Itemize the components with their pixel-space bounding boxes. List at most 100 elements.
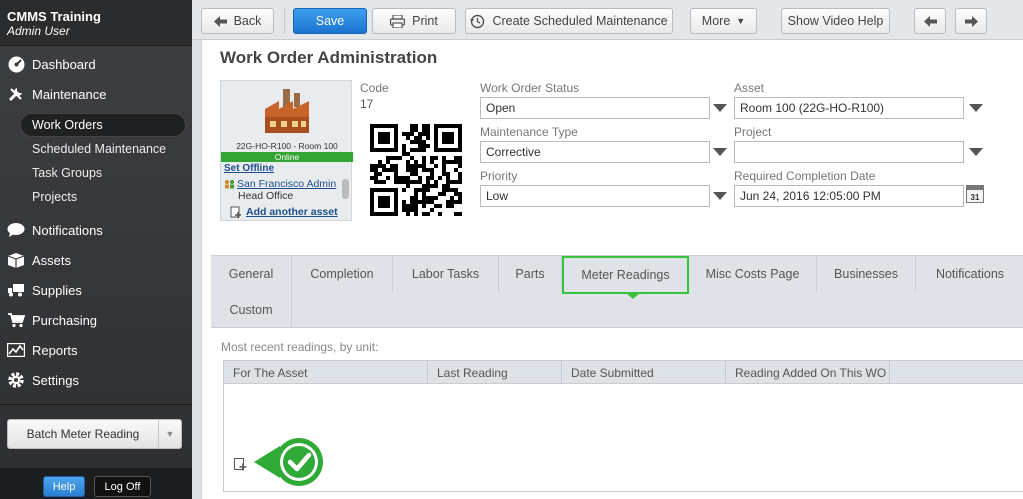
location-sub: Head Office: [238, 190, 294, 202]
toolbar-separator: [284, 8, 285, 34]
app-name: CMMS Training: [7, 9, 101, 24]
log-off-button[interactable]: Log Off: [94, 476, 151, 497]
sub-task-groups[interactable]: Task Groups: [0, 161, 192, 185]
active-tab-pointer: [625, 292, 641, 299]
chevron-down-icon[interactable]: [713, 104, 727, 112]
asset-label: Asset: [734, 81, 765, 95]
nav-maintenance[interactable]: Maintenance: [0, 79, 192, 109]
qr-code: [370, 124, 462, 216]
maintenance-type-label: Maintenance Type: [480, 125, 578, 139]
project-label: Project: [734, 125, 772, 139]
nav-label: Dashboard: [32, 56, 96, 72]
batch-meter-reading-label: Batch Meter Reading: [8, 420, 159, 448]
tab-bar: General Completion Labor Tasks Parts Met…: [211, 255, 1023, 328]
dashboard-icon: [7, 55, 25, 73]
nav-assets[interactable]: Assets: [0, 245, 192, 275]
nav-dashboard[interactable]: Dashboard: [0, 49, 192, 79]
add-reading-icon[interactable]: [233, 457, 247, 471]
work-order-panel: Work Order Administration 22G-HO-R100 - …: [201, 40, 1023, 499]
arrow-left-icon: [923, 15, 937, 27]
priority-label: Priority: [480, 169, 518, 183]
more-button[interactable]: More ▼: [690, 8, 757, 34]
priority-select[interactable]: Low: [480, 185, 710, 207]
column-header[interactable]: Date Submitted: [562, 361, 726, 384]
column-header[interactable]: For The Asset: [224, 361, 428, 384]
column-header[interactable]: Reading Added On This WO: [726, 361, 890, 384]
code-label: Code: [360, 81, 389, 95]
brand: CMMS Training Admin User: [0, 0, 192, 46]
meter-readings-table: For The Asset Last Reading Date Submitte…: [223, 360, 1023, 492]
tab-misc-costs-page[interactable]: Misc Costs Page: [689, 256, 817, 292]
add-another-asset-link[interactable]: Add another asset: [230, 206, 338, 218]
nav-purchasing[interactable]: Purchasing: [0, 305, 192, 335]
sidebar: CMMS Training Admin User Dashboard Maint…: [0, 0, 192, 499]
page-title: Work Order Administration: [220, 48, 438, 67]
required-completion-date-input[interactable]: Jun 24, 2016 12:05:00 PM: [734, 185, 964, 207]
nav-label: Maintenance: [32, 86, 107, 102]
tab-notifications[interactable]: Notifications: [916, 256, 1023, 292]
sub-scheduled-maintenance[interactable]: Scheduled Maintenance: [0, 137, 192, 161]
next-record-button[interactable]: [955, 8, 987, 34]
chevron-down-icon[interactable]: ▼: [159, 420, 181, 448]
speech-bubble-icon: [7, 221, 25, 239]
work-order-status-select[interactable]: Open: [480, 97, 710, 119]
maintenance-submenu: Work Orders Scheduled Maintenance Task G…: [0, 113, 192, 209]
asset-status-badge: Online: [221, 152, 353, 162]
chevron-down-icon[interactable]: [969, 148, 983, 156]
add-document-icon: [230, 206, 242, 218]
nav-label: Assets: [32, 252, 72, 268]
tab-parts[interactable]: Parts: [499, 256, 562, 292]
code-value: 17: [360, 97, 374, 111]
nav-label: Settings: [32, 372, 79, 388]
checkmark-callout-icon: [254, 438, 323, 486]
nav-supplies[interactable]: Supplies: [0, 275, 192, 305]
batch-meter-reading-button[interactable]: Batch Meter Reading ▼: [7, 419, 182, 449]
nav-settings[interactable]: Settings: [0, 365, 192, 395]
nav-notifications[interactable]: Notifications: [0, 215, 192, 245]
calendar-icon[interactable]: 31: [966, 185, 984, 203]
sub-projects[interactable]: Projects: [0, 185, 192, 209]
chart-icon: [7, 341, 25, 359]
tab-labor-tasks[interactable]: Labor Tasks: [393, 256, 499, 292]
more-label: More: [701, 14, 731, 28]
project-select[interactable]: [734, 141, 964, 163]
location-link[interactable]: San Francisco Admin: [224, 178, 350, 190]
back-label: Back: [233, 14, 262, 28]
tab-completion[interactable]: Completion: [292, 256, 393, 292]
user-name: Admin User: [7, 24, 70, 38]
back-button[interactable]: Back: [201, 8, 274, 34]
chevron-down-icon[interactable]: [969, 104, 983, 112]
tools-icon: [7, 85, 25, 103]
tab-general[interactable]: General: [211, 256, 292, 292]
column-header-filler: [890, 361, 1023, 384]
tab-custom[interactable]: Custom: [211, 292, 292, 328]
save-button[interactable]: Save: [293, 8, 367, 34]
location-scrollbar[interactable]: [342, 179, 349, 199]
nav-reports[interactable]: Reports: [0, 335, 192, 365]
tab-meter-readings[interactable]: Meter Readings: [562, 256, 689, 294]
sub-work-orders[interactable]: Work Orders: [20, 113, 186, 137]
arrow-left-icon: [213, 15, 227, 27]
boxes-icon: [7, 251, 25, 269]
nav-label: Reports: [32, 342, 78, 358]
tab-businesses[interactable]: Businesses: [817, 256, 916, 292]
asset-select[interactable]: Room 100 (22G-HO-R100): [734, 97, 964, 119]
asset-location: San Francisco Admin Head Office: [224, 178, 350, 202]
main-nav: Dashboard Maintenance: [0, 49, 192, 109]
help-button[interactable]: Help: [43, 476, 85, 497]
toolbar: Back Save Print Create Scheduled Mainten…: [192, 0, 1023, 40]
work-order-status-label: Work Order Status: [480, 81, 580, 95]
nav-label: Notifications: [32, 222, 103, 238]
print-button[interactable]: Print: [372, 8, 456, 34]
show-video-help-button[interactable]: Show Video Help: [781, 8, 890, 34]
maintenance-type-select[interactable]: Corrective: [480, 141, 710, 163]
column-header[interactable]: Last Reading: [428, 361, 562, 384]
people-icon: [224, 179, 235, 189]
chevron-down-icon[interactable]: [713, 148, 727, 156]
set-offline-link[interactable]: Set Offline: [224, 163, 274, 174]
truck-icon: [7, 281, 25, 299]
create-scheduled-label: Create Scheduled Maintenance: [492, 14, 668, 28]
chevron-down-icon[interactable]: [713, 192, 727, 200]
previous-record-button[interactable]: [914, 8, 946, 34]
create-scheduled-maintenance-button[interactable]: Create Scheduled Maintenance: [465, 8, 673, 34]
